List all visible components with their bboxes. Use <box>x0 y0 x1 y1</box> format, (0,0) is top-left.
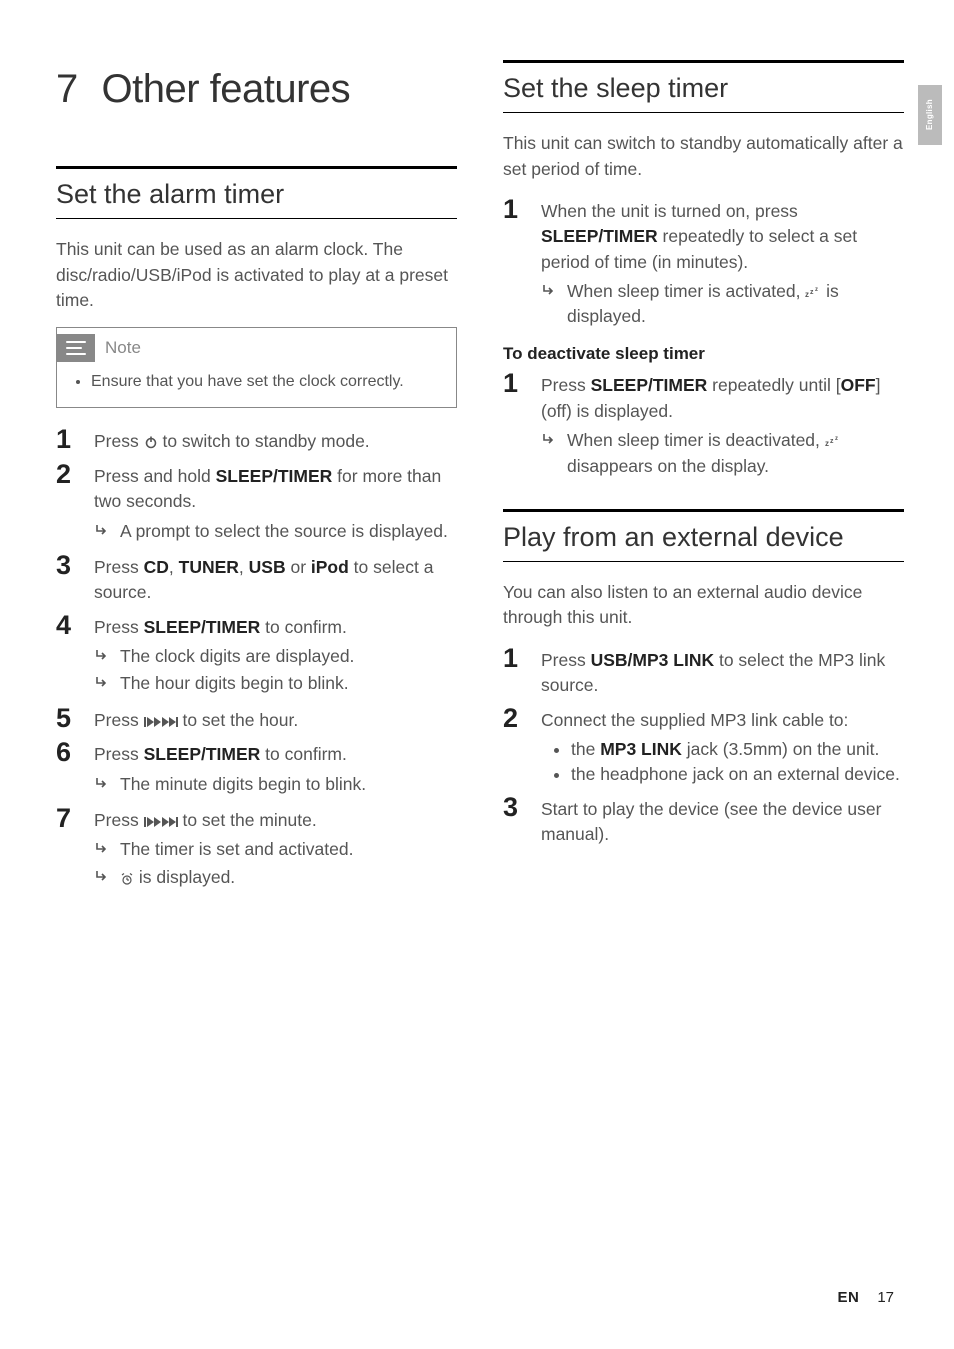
step-body: Press to set the minute. The timer is se… <box>94 805 457 892</box>
arrow-icon <box>94 519 110 539</box>
language-tab: English <box>918 85 942 145</box>
step-body: Press CD, TUNER, USB or iPod to select a… <box>94 552 457 606</box>
step-row: 2 Connect the supplied MP3 link cable to… <box>503 705 904 788</box>
step-body: When the unit is turned on, press SLEEP/… <box>541 196 904 332</box>
step-number: 1 <box>503 645 525 699</box>
step-body: Press SLEEP/TIMER repeatedly until [OFF]… <box>541 370 904 481</box>
step-row: 6 Press SLEEP/TIMER to confirm. The minu… <box>56 739 457 799</box>
step-number: 2 <box>503 705 525 788</box>
bullet-item: the MP3 LINK jack (3.5mm) on the unit. <box>571 737 904 762</box>
step-row: 4 Press SLEEP/TIMER to confirm. The cloc… <box>56 612 457 699</box>
step-number: 7 <box>56 805 78 892</box>
step-row: 1 Press SLEEP/TIMER repeatedly until [OF… <box>503 370 904 481</box>
step-row: 3 Start to play the device (see the devi… <box>503 794 904 848</box>
step-number: 2 <box>56 461 78 546</box>
arrow-icon <box>541 428 557 448</box>
section-external-device: Play from an external device <box>503 509 904 562</box>
arrow-icon <box>94 865 110 885</box>
note-icon <box>57 334 95 362</box>
svg-text:z: z <box>830 438 834 445</box>
arrow-icon <box>541 279 557 299</box>
step-body: Press SLEEP/TIMER to confirm. The minute… <box>94 739 457 799</box>
left-column: 7 Other features Set the alarm timer Thi… <box>56 60 457 898</box>
footer-page-number: 17 <box>877 1287 894 1309</box>
step-row: 3 Press CD, TUNER, USB or iPod to select… <box>56 552 457 606</box>
svg-text:z: z <box>810 289 814 296</box>
power-icon <box>144 431 158 451</box>
step-number: 1 <box>503 196 525 332</box>
step-body: Connect the supplied MP3 link cable to: … <box>541 705 904 788</box>
alarm-icon <box>120 867 134 887</box>
chapter-title: 7 Other features <box>56 60 457 118</box>
step-body: Press USB/MP3 LINK to select the MP3 lin… <box>541 645 904 699</box>
svg-text:z: z <box>825 439 829 448</box>
ext-intro: You can also listen to an external audio… <box>503 580 904 631</box>
arrow-icon <box>94 772 110 792</box>
step-number: 1 <box>56 426 78 454</box>
arrow-icon <box>94 644 110 664</box>
arrow-icon <box>94 671 110 691</box>
step-number: 6 <box>56 739 78 799</box>
footer-language: EN <box>837 1287 859 1309</box>
step-row: 1 When the unit is turned on, press SLEE… <box>503 196 904 332</box>
page-footer: EN 17 <box>837 1287 894 1309</box>
deactivate-heading: To deactivate sleep timer <box>503 342 904 367</box>
bullet-item: the headphone jack on an external device… <box>571 762 904 787</box>
step-body: Press and hold SLEEP/TIMER for more than… <box>94 461 457 546</box>
step-row: 5 Press to set the hour. <box>56 705 457 733</box>
step-number: 3 <box>56 552 78 606</box>
step-body: Start to play the device (see the device… <box>541 794 904 848</box>
zzz-icon: zzz <box>805 281 821 301</box>
step-row: 2 Press and hold SLEEP/TIMER for more th… <box>56 461 457 546</box>
zzz-icon: zzz <box>825 430 841 450</box>
alarm-intro: This unit can be used as an alarm clock.… <box>56 237 457 313</box>
chapter-number: 7 <box>56 67 80 111</box>
chapter-title-text: Other features <box>101 67 350 111</box>
step-number: 5 <box>56 705 78 733</box>
skip-icon <box>144 810 178 830</box>
step-row: 1 Press to switch to standby mode. <box>56 426 457 454</box>
step-number: 4 <box>56 612 78 699</box>
step-body: Press to switch to standby mode. <box>94 426 457 454</box>
step-row: 7 Press to set the minute. The timer is … <box>56 805 457 892</box>
right-column: Set the sleep timer This unit can switch… <box>503 60 904 898</box>
step-body: Press SLEEP/TIMER to confirm. The clock … <box>94 612 457 699</box>
step-number: 1 <box>503 370 525 481</box>
arrow-icon <box>94 837 110 857</box>
note-item: Ensure that you have set the clock corre… <box>91 370 440 393</box>
sleep-intro: This unit can switch to standby automati… <box>503 131 904 182</box>
skip-icon <box>144 710 178 730</box>
svg-text:z: z <box>805 290 809 299</box>
note-box: Note Ensure that you have set the clock … <box>56 327 457 408</box>
svg-text:z: z <box>815 287 818 293</box>
section-sleep-timer: Set the sleep timer <box>503 60 904 113</box>
section-alarm-timer: Set the alarm timer <box>56 166 457 219</box>
svg-text:z: z <box>835 436 838 442</box>
step-number: 3 <box>503 794 525 848</box>
step-body: Press to set the hour. <box>94 705 457 733</box>
step-row: 1 Press USB/MP3 LINK to select the MP3 l… <box>503 645 904 699</box>
note-label: Note <box>105 336 141 361</box>
